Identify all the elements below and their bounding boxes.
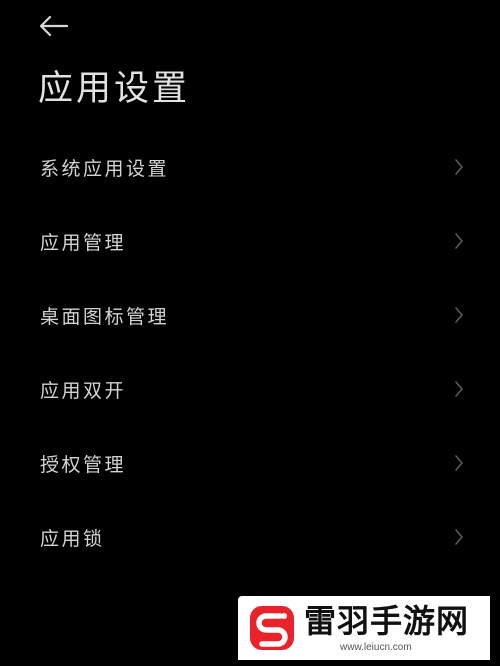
settings-item-label: 应用锁 [40,527,105,550]
settings-item-label: 桌面图标管理 [40,305,170,328]
settings-item-label: 应用管理 [40,231,127,254]
settings-item-label: 应用双开 [40,379,127,402]
arrow-left-icon [39,15,69,37]
settings-item-app-management[interactable]: 应用管理 [0,204,500,278]
chevron-right-icon [454,527,466,547]
chevron-right-icon [454,379,466,399]
watermark-url: www.leiucn.com [340,642,412,653]
settings-item-desktop-icon-management[interactable]: 桌面图标管理 [0,278,500,352]
settings-item-permission-management[interactable]: 授权管理 [0,426,500,500]
site-logo-icon [250,606,294,650]
chevron-right-icon [454,305,466,325]
chevron-right-icon [454,157,466,177]
watermark: 雷羽手游网 www.leiucn.com [238,596,490,660]
settings-item-app-lock[interactable]: 应用锁 [0,500,500,574]
settings-item-label: 系统应用设置 [40,157,170,180]
settings-item-label: 授权管理 [40,453,127,476]
settings-item-dual-apps[interactable]: 应用双开 [0,352,500,426]
back-button[interactable] [36,10,72,42]
chevron-right-icon [454,453,466,473]
page-title: 应用设置 [38,69,191,109]
settings-list: 系统应用设置 应用管理 桌面图标管理 应用双开 授权管理 应用锁 [0,130,500,574]
watermark-site-name: 雷羽手游网 [304,602,470,640]
chevron-right-icon [454,231,466,251]
settings-item-system-app-settings[interactable]: 系统应用设置 [0,130,500,204]
